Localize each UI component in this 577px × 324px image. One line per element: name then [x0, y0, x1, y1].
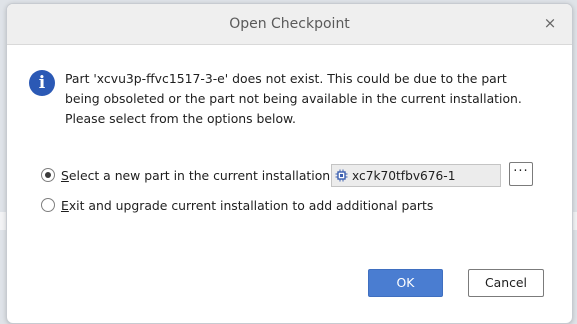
part-name-value: xc7k70tfbv676-1	[352, 168, 456, 183]
part-selector-field[interactable]: xc7k70tfbv676-1	[331, 164, 501, 187]
option-select-new-part[interactable]: Select a new part in the current install…	[41, 165, 330, 185]
browse-parts-button[interactable]: ···	[509, 162, 533, 186]
exit-upgrade-label: Exit and upgrade current installation to…	[61, 198, 433, 213]
dialog-title: Open Checkpoint	[229, 16, 350, 32]
ok-button[interactable]: OK	[368, 269, 443, 297]
select-new-part-label: Select a new part in the current install…	[61, 168, 330, 183]
close-icon[interactable]: ×	[542, 15, 558, 31]
info-icon: i	[29, 70, 55, 96]
open-checkpoint-dialog: Open Checkpoint × i Part 'xcvu3p-ffvc151…	[6, 3, 573, 324]
select-new-part-radio[interactable]	[41, 168, 55, 182]
exit-upgrade-radio[interactable]	[41, 198, 55, 212]
title-bar[interactable]: Open Checkpoint ×	[7, 4, 572, 45]
cancel-button[interactable]: Cancel	[468, 269, 544, 297]
message-text: Part 'xcvu3p-ffvc1517-3-e' does not exis…	[65, 71, 522, 126]
mnemonic-s: S	[61, 167, 69, 183]
exit-upgrade-label-text: xit and upgrade current installation to …	[68, 197, 434, 213]
option-exit-upgrade[interactable]: Exit and upgrade current installation to…	[41, 195, 433, 215]
mnemonic-e: E	[61, 197, 69, 213]
chip-icon	[335, 169, 348, 182]
select-new-part-label-text: elect a new part in the current installa…	[68, 167, 331, 183]
